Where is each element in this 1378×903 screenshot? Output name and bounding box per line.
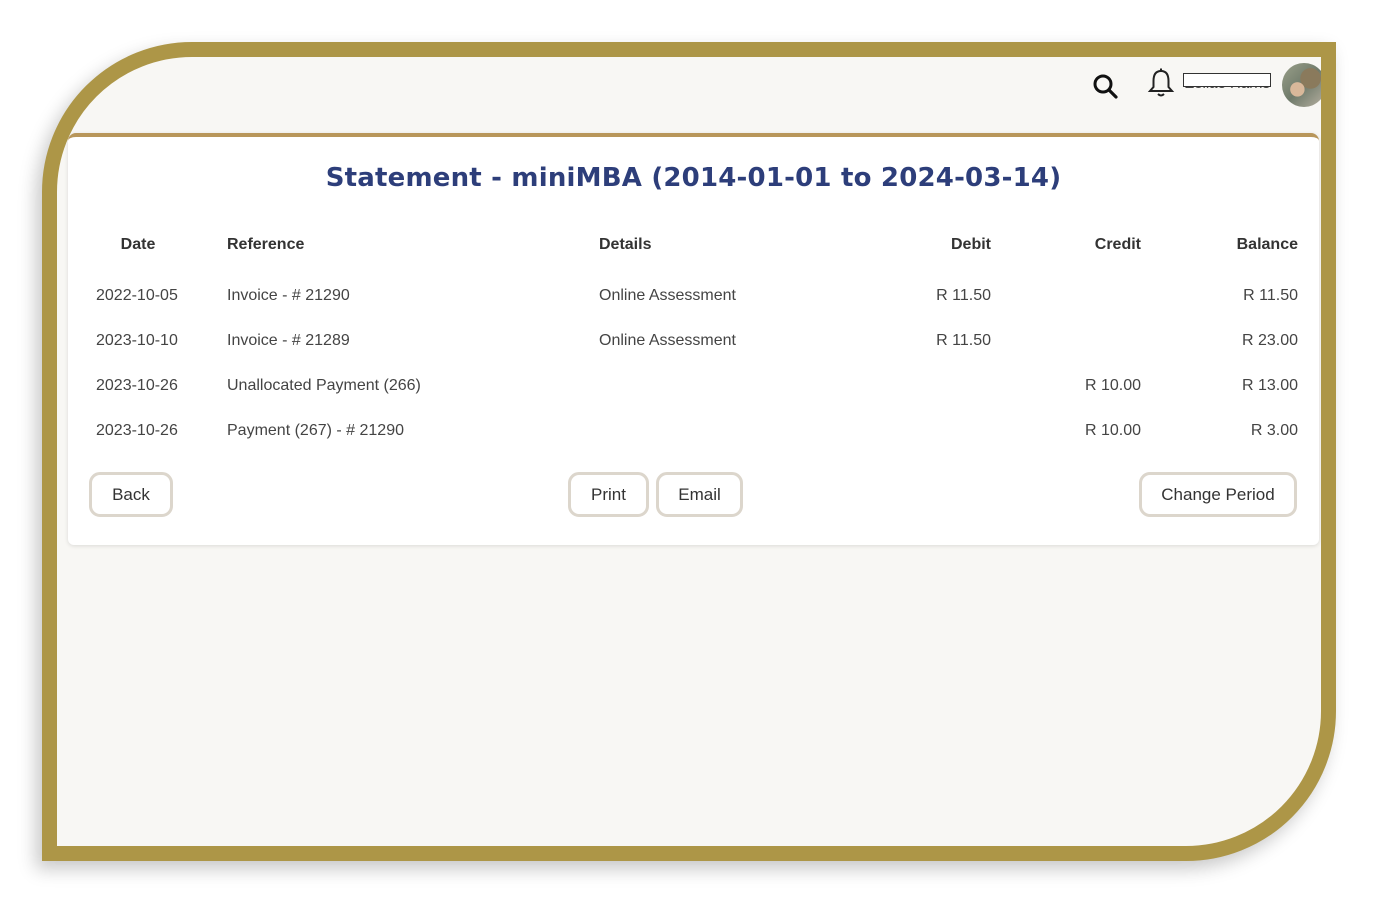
cell-balance: R 13.00 xyxy=(1241,377,1298,394)
email-button[interactable]: Email xyxy=(656,472,743,517)
cell-details: Online Assessment xyxy=(599,287,736,304)
cell-date: 2022-10-05 xyxy=(96,287,178,304)
column-header-details: Details xyxy=(599,236,652,253)
app-frame: Zeliae Harris Statement - miniMBA (2014-… xyxy=(42,42,1336,861)
cell-reference: Unallocated Payment (266) xyxy=(227,377,421,394)
column-header-date: Date xyxy=(120,236,156,253)
cell-balance: R 23.00 xyxy=(1241,332,1298,349)
cell-details: Online Assessment xyxy=(599,332,736,349)
column-header-credit: Credit xyxy=(1094,236,1141,253)
page-title: Statement - miniMBA (2014-01-01 to 2024-… xyxy=(325,163,1062,193)
cell-date: 2023-10-26 xyxy=(96,422,178,439)
back-button[interactable]: Back xyxy=(89,472,173,517)
column-header-debit: Debit xyxy=(951,236,991,253)
cell-credit: R 10.00 xyxy=(1084,377,1141,394)
cell-date: 2023-10-26 xyxy=(96,377,178,394)
column-header-balance: Balance xyxy=(1236,236,1298,253)
statement-card: Statement - miniMBA (2014-01-01 to 2024-… xyxy=(68,133,1319,545)
cell-debit: R 11.50 xyxy=(936,332,991,349)
column-header-reference: Reference xyxy=(227,236,305,253)
cell-credit: R 10.00 xyxy=(1084,422,1141,439)
redaction-box xyxy=(1183,73,1271,87)
change-period-button[interactable]: Change Period xyxy=(1139,472,1297,517)
cell-date: 2023-10-10 xyxy=(96,332,178,349)
avatar[interactable] xyxy=(1282,63,1321,107)
top-bar: Zeliae Harris xyxy=(57,57,1321,137)
cell-reference: Invoice - # 21289 xyxy=(227,332,350,349)
cell-debit: R 11.50 xyxy=(936,287,991,304)
print-button[interactable]: Print xyxy=(568,472,649,517)
cell-reference: Payment (267) - # 21290 xyxy=(227,422,404,439)
cell-reference: Invoice - # 21290 xyxy=(227,287,350,304)
search-icon[interactable] xyxy=(1090,71,1122,103)
cell-balance: R 3.00 xyxy=(1250,422,1298,439)
cell-balance: R 11.50 xyxy=(1243,287,1298,304)
bell-icon[interactable] xyxy=(1146,67,1176,99)
